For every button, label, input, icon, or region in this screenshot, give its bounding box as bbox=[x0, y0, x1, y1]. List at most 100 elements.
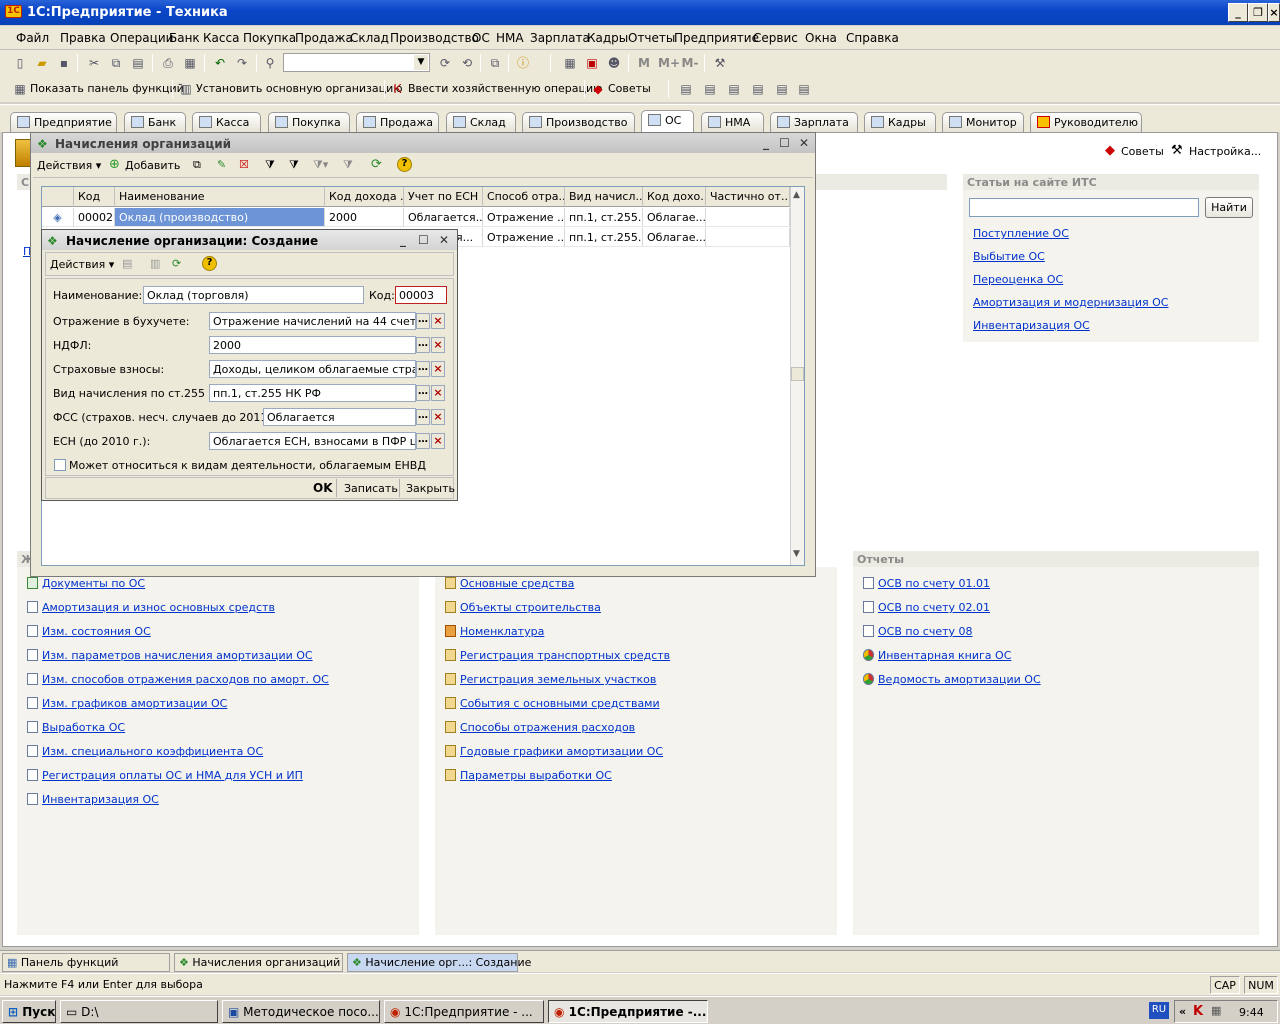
taskbar-item-1c-a[interactable]: ◉ 1С:Предприятие - ... bbox=[384, 1000, 544, 1023]
form-refresh-icon[interactable]: ⟳ bbox=[172, 257, 181, 270]
doc-icon-6[interactable]: ▤ bbox=[796, 81, 812, 97]
menu-hr[interactable]: Кадры bbox=[587, 31, 628, 45]
menu-bank[interactable]: Банк bbox=[169, 31, 200, 45]
restore-button[interactable]: ❐ bbox=[1248, 3, 1268, 22]
table-scrollbar[interactable]: ▲ ▼ bbox=[790, 187, 804, 565]
menu-os[interactable]: ОС bbox=[472, 31, 490, 45]
fss-select-button[interactable]: … bbox=[416, 409, 430, 425]
journal-link-schedules[interactable]: Изм. графиков амортизации ОС bbox=[42, 697, 227, 710]
report-link-amortization-sheet[interactable]: Ведомость амортизации ОС bbox=[878, 673, 1041, 686]
new-icon[interactable]: ▯ bbox=[12, 55, 28, 71]
menu-edit[interactable]: Правка bbox=[60, 31, 106, 45]
ndfl-field[interactable]: 2000 bbox=[209, 336, 416, 354]
help-icon[interactable]: ? bbox=[397, 157, 412, 172]
tab-salary[interactable]: Зарплата bbox=[770, 112, 858, 132]
enter-operation-button[interactable]: Ввести хозяйственную операцию bbox=[408, 82, 602, 95]
menu-service[interactable]: Сервис bbox=[753, 31, 798, 45]
filter-history-icon[interactable]: ⧩▾ bbox=[313, 158, 328, 172]
antivirus-icon[interactable]: K bbox=[1193, 1004, 1203, 1019]
minimize-button[interactable]: _ bbox=[1228, 3, 1248, 22]
its-link-receipt[interactable]: Поступление ОС bbox=[973, 227, 1069, 240]
col-header-income-code[interactable]: Код дохода ... bbox=[325, 187, 404, 207]
tray-expand-icon[interactable]: « bbox=[1179, 1005, 1186, 1018]
tab-warehouse[interactable]: Склад bbox=[446, 112, 516, 132]
form-close-button[interactable]: ✕ bbox=[439, 233, 449, 247]
tab-hr[interactable]: Кадры bbox=[864, 112, 936, 132]
report-link-osv-08[interactable]: ОСВ по счету 08 bbox=[878, 625, 973, 638]
fss-clear-icon[interactable]: × bbox=[431, 409, 445, 425]
menu-enterprise[interactable]: Предприятие bbox=[674, 31, 759, 45]
form-actions-menu[interactable]: Действия ▾ bbox=[50, 258, 114, 271]
tab-nma[interactable]: НМА bbox=[701, 112, 764, 132]
ref-link-nomenclature[interactable]: Номенклатура bbox=[460, 625, 544, 638]
journal-link-output[interactable]: Выработка ОС bbox=[42, 721, 125, 734]
settings-link[interactable]: Настройка... bbox=[1189, 145, 1261, 158]
table-cell[interactable] bbox=[706, 208, 790, 227]
table-cell-selected[interactable]: Оклад (производство) bbox=[115, 208, 325, 227]
col-header-income-code2[interactable]: Код дохо... bbox=[643, 187, 706, 207]
tips-button[interactable]: Советы bbox=[608, 82, 651, 95]
table-cell[interactable]: Отражение ... bbox=[483, 228, 565, 247]
set-main-org-button[interactable]: Установить основную организацию bbox=[196, 82, 403, 95]
scroll-up-icon[interactable]: ▲ bbox=[793, 190, 800, 200]
tab-monitor[interactable]: Монитор bbox=[942, 112, 1024, 132]
language-indicator[interactable]: RU bbox=[1149, 1002, 1169, 1019]
add-icon[interactable]: ⊕ bbox=[109, 157, 120, 172]
article255-select-button[interactable]: … bbox=[416, 385, 430, 401]
form-post-icon[interactable]: ▥ bbox=[150, 257, 160, 270]
doc-icon-4[interactable]: ▤ bbox=[750, 81, 766, 97]
taskbar-item-drive[interactable]: ▭ D:\ bbox=[60, 1000, 218, 1023]
form-maximize-button[interactable]: ☐ bbox=[418, 233, 429, 247]
add-button[interactable]: Добавить bbox=[125, 159, 180, 172]
taskbar-item-1c-b[interactable]: ◉ 1С:Предприятие -... bbox=[548, 1000, 708, 1023]
filter-list-icon[interactable]: ⧩ bbox=[289, 158, 299, 172]
menu-purchase[interactable]: Покупка bbox=[243, 31, 296, 45]
list-close-button[interactable]: ✕ bbox=[799, 136, 809, 150]
cut-icon[interactable]: ✂ bbox=[86, 55, 102, 71]
window-tab-create[interactable]: ❖ Начисление орг...: Создание bbox=[347, 953, 531, 972]
menu-windows[interactable]: Окна bbox=[805, 31, 837, 45]
report-link-osv-0201[interactable]: ОСВ по счету 02.01 bbox=[878, 601, 990, 614]
calendar-icon[interactable]: ▣ bbox=[584, 55, 600, 71]
journal-link-documents[interactable]: Документы по ОС bbox=[42, 577, 145, 590]
table-cell[interactable]: пп.1, ст.255... bbox=[565, 208, 643, 227]
scroll-thumb[interactable] bbox=[791, 367, 804, 381]
find-prev-icon[interactable]: ⟲ bbox=[459, 55, 475, 71]
users-icon[interactable]: ☻ bbox=[606, 55, 622, 71]
memory-m-icon[interactable]: M bbox=[636, 55, 652, 71]
memory-minus-icon[interactable]: M- bbox=[680, 55, 700, 71]
clear-filter-icon[interactable]: ⧩ bbox=[343, 158, 353, 172]
tab-bank[interactable]: Банк bbox=[124, 112, 186, 132]
its-link-inventory[interactable]: Инвентаризация ОС bbox=[973, 319, 1090, 332]
quick-search-input[interactable]: ▼ bbox=[283, 53, 430, 72]
ref-link-output-params[interactable]: Параметры выработки ОС bbox=[460, 769, 612, 782]
journal-link-amortization[interactable]: Амортизация и износ основных средств bbox=[42, 601, 275, 614]
col-header-type[interactable]: Вид начисл... bbox=[565, 187, 643, 207]
its-link-disposal[interactable]: Выбытие ОС bbox=[973, 250, 1045, 263]
accounting-select-button[interactable]: … bbox=[416, 313, 430, 329]
close-form-button[interactable]: Закрыть bbox=[406, 482, 455, 495]
doc-icon-5[interactable]: ▤ bbox=[774, 81, 790, 97]
menu-warehouse[interactable]: Склад bbox=[350, 31, 389, 45]
network-icon[interactable]: ▦ bbox=[1211, 1004, 1221, 1017]
ok-button[interactable]: OK bbox=[313, 481, 333, 495]
memory-plus-icon[interactable]: M+ bbox=[658, 55, 680, 71]
chevron-down-icon[interactable]: ▼ bbox=[414, 55, 428, 70]
col-header-method[interactable]: Способ отра... bbox=[483, 187, 565, 207]
delete-icon[interactable]: ☒ bbox=[239, 158, 249, 171]
list-actions-menu[interactable]: Действия ▾ bbox=[37, 159, 101, 172]
journal-link-params[interactable]: Изм. параметров начисления амортизации О… bbox=[42, 649, 313, 662]
table-cell[interactable]: Отражение ... bbox=[483, 208, 565, 227]
tab-sales[interactable]: Продажа bbox=[356, 112, 439, 132]
its-find-button[interactable]: Найти bbox=[1205, 197, 1253, 218]
ref-link-transport[interactable]: Регистрация транспортных средств bbox=[460, 649, 670, 662]
journal-link-methods[interactable]: Изм. способов отражения расходов по амор… bbox=[42, 673, 329, 686]
journal-link-payment[interactable]: Регистрация оплаты ОС и НМА для УСН и ИП bbox=[42, 769, 303, 782]
copy-row-icon[interactable]: ⧉ bbox=[193, 158, 201, 172]
envd-checkbox[interactable] bbox=[54, 459, 66, 471]
article255-field[interactable]: пп.1, ст.255 НК РФ bbox=[209, 384, 416, 402]
table-cell[interactable]: 2000 bbox=[325, 208, 404, 227]
window-tab-function-panel[interactable]: ▦ Панель функций bbox=[2, 953, 170, 972]
open-icon[interactable]: ▰ bbox=[34, 55, 50, 71]
col-header-esn[interactable]: Учет по ЕСН bbox=[404, 187, 483, 207]
